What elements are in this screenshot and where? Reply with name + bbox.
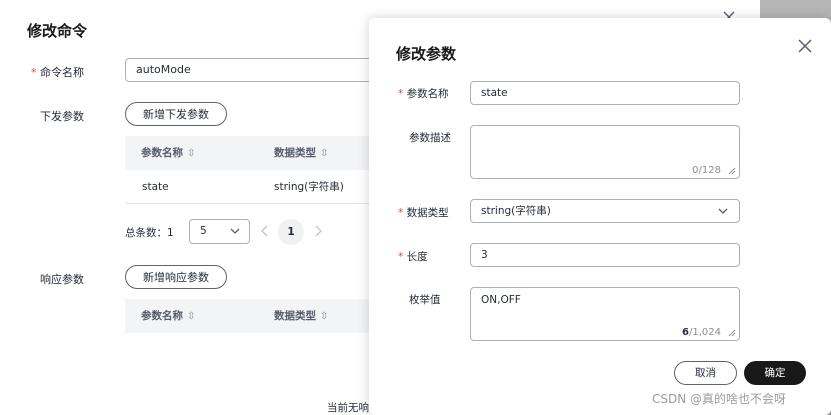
command-name-label: * 命令名称	[31, 66, 84, 79]
chevron-down-icon	[230, 228, 240, 234]
column-header-data-type[interactable]: 数据类型 ⇳	[274, 299, 328, 333]
length-label: * 长度	[398, 251, 428, 263]
confirm-button[interactable]: 确定	[744, 361, 806, 385]
resize-handle-icon[interactable]	[728, 167, 736, 175]
required-mark: *	[398, 207, 407, 219]
resize-handle-icon[interactable]	[728, 329, 736, 337]
param-desc-textarea[interactable]: 0/128	[470, 125, 740, 179]
column-header-data-type[interactable]: 数据类型 ⇳	[274, 136, 328, 170]
char-counter: 0/128	[692, 165, 721, 176]
data-type-label: * 数据类型	[398, 207, 449, 219]
resp-params-label: 响应参数	[40, 273, 84, 286]
add-resp-param-button[interactable]: 新增响应参数	[125, 265, 227, 289]
down-params-table-header: 参数名称 ⇳ 数据类型 ⇳	[125, 136, 385, 170]
watermark-text: CSDN @真的啥也不会呀	[652, 392, 787, 406]
edit-param-title: 修改参数	[396, 45, 457, 63]
char-counter: 6/1,024	[682, 327, 721, 338]
total-count: 总条数：1	[125, 227, 174, 239]
param-desc-label: 参数描述	[409, 132, 451, 144]
required-mark: *	[398, 251, 407, 263]
data-type-value: string(字符串)	[481, 205, 551, 217]
page-size-value: 5	[200, 225, 207, 237]
length-input[interactable]: 3	[470, 243, 740, 267]
column-header-param-name[interactable]: 参数名称 ⇳	[141, 299, 195, 333]
required-mark: *	[398, 88, 407, 100]
sort-icon[interactable]: ⇳	[320, 148, 328, 159]
edit-command-title: 修改命令	[27, 22, 88, 40]
required-mark: *	[31, 66, 40, 79]
sort-icon[interactable]: ⇳	[187, 148, 195, 159]
param-name-input[interactable]: state	[470, 81, 740, 105]
enum-values-label: 枚举值	[409, 294, 441, 306]
table-row[interactable]: state string(字符串)	[125, 170, 385, 204]
chevron-left-icon[interactable]	[259, 224, 271, 238]
page-size-select[interactable]: 5	[189, 219, 250, 244]
close-icon[interactable]	[722, 10, 736, 18]
command-name-input[interactable]: autoMode	[125, 58, 385, 82]
add-down-param-button[interactable]: 新增下发参数	[125, 102, 227, 126]
chevron-down-icon	[718, 208, 728, 214]
current-page-button[interactable]: 1	[278, 219, 304, 245]
enum-values-textarea[interactable]: ON,OFF 6/1,024	[470, 287, 740, 341]
cancel-button[interactable]: 取消	[674, 361, 737, 385]
param-name-label: * 参数名称	[398, 88, 449, 100]
column-header-param-name[interactable]: 参数名称 ⇳	[141, 136, 195, 170]
data-type-select[interactable]: string(字符串)	[470, 199, 740, 223]
chevron-right-icon[interactable]	[312, 224, 324, 238]
param-name-cell: state	[142, 181, 169, 193]
data-type-cell: string(字符串)	[274, 181, 344, 193]
edit-param-dialog: 修改参数 * 参数名称 state 参数描述 0/128 * 数据类型 stri…	[369, 18, 831, 415]
sort-icon[interactable]: ⇳	[187, 311, 195, 322]
enum-values-value: ON,OFF	[481, 294, 521, 306]
sort-icon[interactable]: ⇳	[320, 311, 328, 322]
resp-params-table-header: 参数名称 ⇳ 数据类型 ⇳	[125, 299, 385, 333]
down-params-label: 下发参数	[40, 110, 84, 123]
close-icon[interactable]	[797, 38, 813, 54]
